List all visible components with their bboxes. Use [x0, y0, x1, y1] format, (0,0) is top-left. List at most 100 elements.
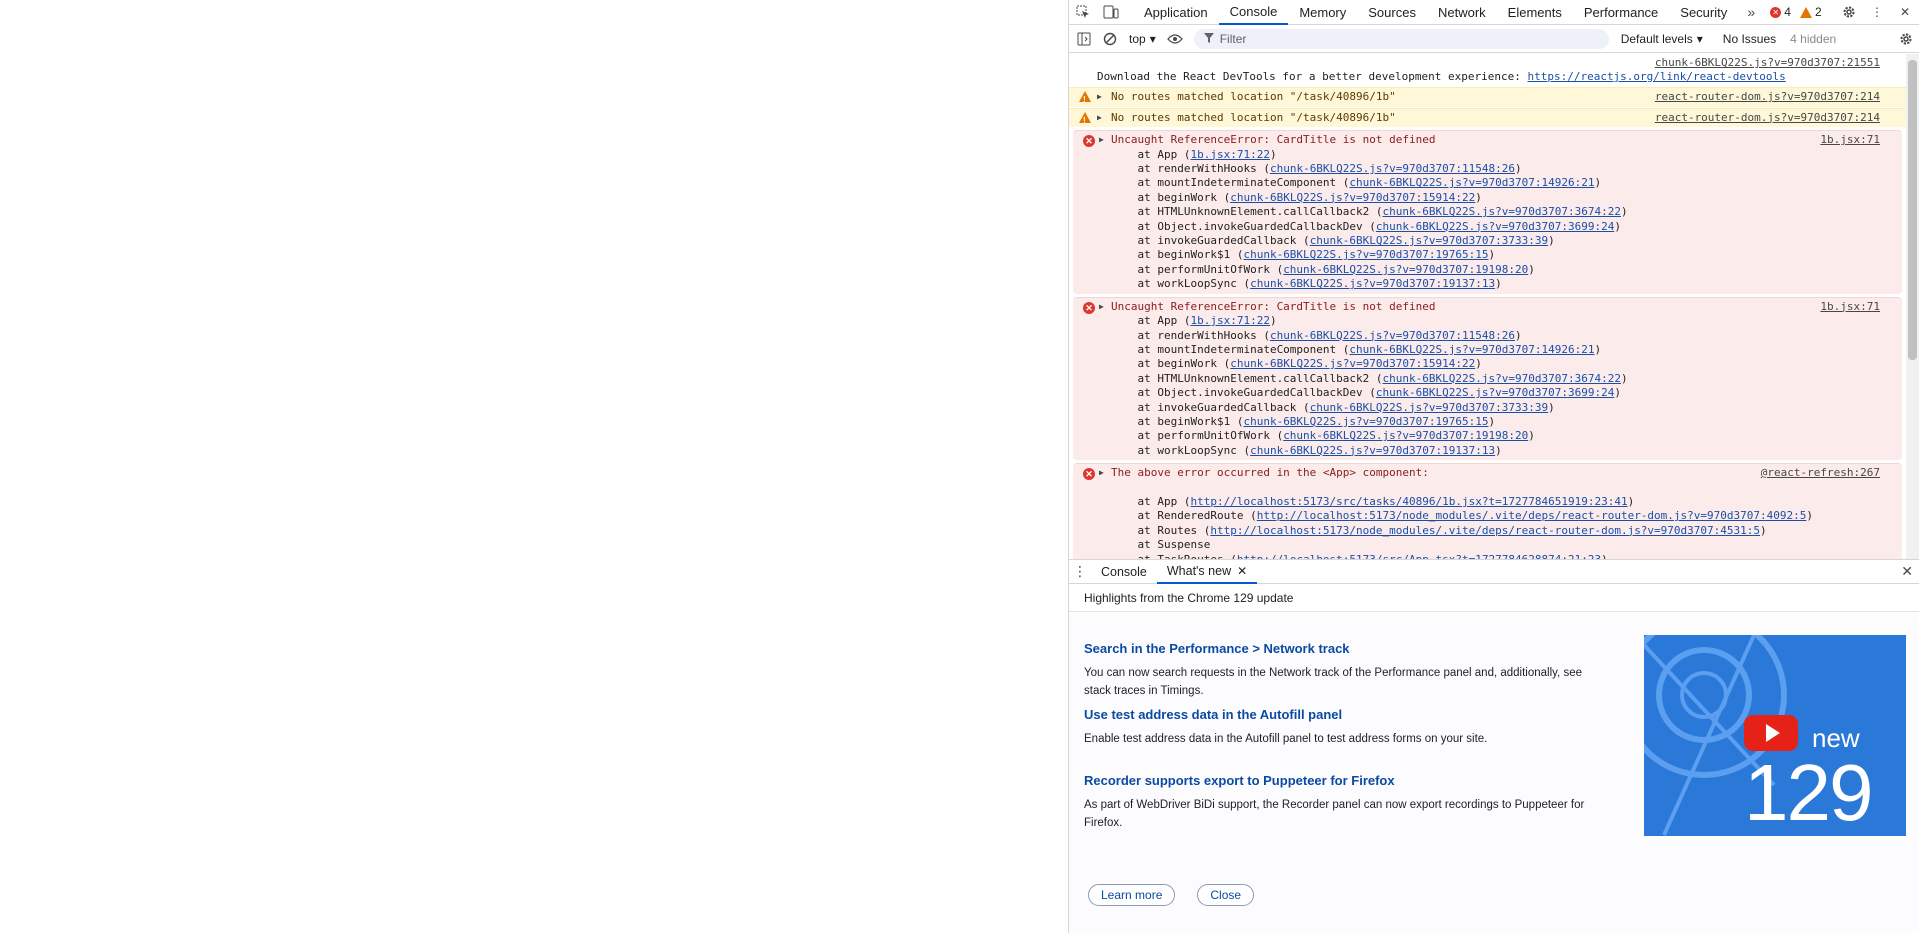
tab-sources[interactable]: Sources — [1357, 0, 1427, 25]
stack-frame-link[interactable]: chunk-6BKLQ22S.js?v=970d3707:14926:21 — [1349, 343, 1594, 356]
stack-frame-link[interactable]: chunk-6BKLQ22S.js?v=970d3707:11548:26 — [1270, 162, 1515, 175]
stack-frame-link[interactable]: chunk-6BKLQ22S.js?v=970d3707:19198:20 — [1283, 263, 1528, 276]
message-text: Uncaught ReferenceError: CardTitle is no… — [1111, 299, 1436, 313]
tab-memory[interactable]: Memory — [1288, 0, 1357, 25]
console-error[interactable]: ✕ ▶ Uncaught ReferenceError: CardTitle i… — [1073, 130, 1902, 295]
console-error[interactable]: ✕ ▶ The above error occurred in the <App… — [1073, 463, 1902, 559]
inspect-icon[interactable] — [1069, 0, 1097, 25]
error-icon: ✕ — [1083, 135, 1095, 148]
feature-title[interactable]: Search in the Performance > Network trac… — [1084, 641, 1604, 656]
stack-frame-link[interactable]: chunk-6BKLQ22S.js?v=970d3707:3674:22 — [1383, 372, 1621, 385]
stack-frame-link[interactable]: chunk-6BKLQ22S.js?v=970d3707:15914:22 — [1230, 191, 1475, 204]
expand-arrow-icon[interactable]: ▶ — [1099, 466, 1104, 480]
stack-frame: at mountIndeterminateComponent (chunk-6B… — [1111, 342, 1602, 356]
drawer-menu-icon[interactable]: ⋮ — [1069, 563, 1091, 580]
drawer-tab-whats-new[interactable]: What's new ✕ — [1156, 560, 1258, 584]
sidebar-icon[interactable] — [1071, 26, 1097, 52]
message-source-link[interactable]: react-router-dom.js?v=970d3707:214 — [1655, 111, 1880, 125]
console-scrollbar[interactable] — [1906, 54, 1919, 559]
scrollbar-thumb[interactable] — [1908, 60, 1917, 360]
message-text: No routes matched location "/task/40896/… — [1111, 110, 1396, 124]
log-levels-select[interactable]: Default levels ▾ — [1621, 32, 1703, 46]
stack-frame-link[interactable]: chunk-6BKLQ22S.js?v=970d3707:3699:24 — [1376, 386, 1614, 399]
stack-frame: at App (1b.jsx:71:22) — [1111, 147, 1277, 161]
console-warning[interactable]: ▶ No routes matched location "/task/4089… — [1069, 87, 1906, 108]
issues-button[interactable]: No Issues — [1723, 32, 1776, 46]
more-tabs-icon[interactable]: » — [1738, 0, 1764, 25]
stack-frame-link[interactable]: chunk-6BKLQ22S.js?v=970d3707:3733:39 — [1310, 401, 1548, 414]
stack-frame-link[interactable]: 1b.jsx:71:22 — [1190, 148, 1269, 161]
expand-arrow-icon[interactable]: ▶ — [1097, 90, 1102, 104]
stack-frame-link[interactable]: chunk-6BKLQ22S.js?v=970d3707:3674:22 — [1383, 205, 1621, 218]
expand-arrow-icon[interactable]: ▶ — [1099, 300, 1104, 314]
tab-application[interactable]: Application — [1133, 0, 1219, 25]
stack-frame: at Object.invokeGuardedCallbackDev (chun… — [1111, 386, 1621, 400]
hidden-count: 4 hidden — [1790, 31, 1837, 46]
message-source-link[interactable]: chunk-6BKLQ22S.js?v=970d3707:21551 — [1655, 56, 1880, 70]
close-drawer-icon[interactable]: ✕ — [1901, 563, 1913, 580]
learn-more-button[interactable]: Learn more — [1088, 884, 1176, 906]
stack-frame: at workLoopSync (chunk-6BKLQ22S.js?v=970… — [1111, 443, 1502, 457]
stack-frame-link[interactable]: chunk-6BKLQ22S.js?v=970d3707:11548:26 — [1270, 329, 1515, 342]
close-devtools-icon[interactable]: ✕ — [1891, 0, 1919, 25]
tab-performance[interactable]: Performance — [1573, 0, 1669, 25]
drawer-tabbar: ⋮ Console What's new ✕ ✕ — [1069, 560, 1919, 584]
stack-frame: at App (http://localhost:5173/src/tasks/… — [1111, 494, 1635, 508]
video-thumbnail[interactable]: new 129 — [1644, 635, 1906, 836]
tab-console[interactable]: Console — [1218, 0, 1289, 25]
stack-frame-link[interactable]: chunk-6BKLQ22S.js?v=970d3707:15914:22 — [1230, 357, 1475, 370]
stack-frame-link[interactable]: chunk-6BKLQ22S.js?v=970d3707:19137:13 — [1250, 277, 1495, 290]
message-source-link[interactable]: 1b.jsx:71 — [1820, 300, 1880, 314]
stack-frame-link[interactable]: chunk-6BKLQ22S.js?v=970d3707:19137:13 — [1250, 444, 1495, 457]
stack-frame-link[interactable]: chunk-6BKLQ22S.js?v=970d3707:19198:20 — [1283, 429, 1528, 442]
stack-frame-link[interactable]: http://localhost:5173/node_modules/.vite… — [1257, 509, 1807, 522]
drawer-tab-console[interactable]: Console — [1091, 560, 1157, 584]
message-source-link[interactable]: @react-refresh:267 — [1761, 466, 1880, 480]
stack-frame: at Object.invokeGuardedCallbackDev (chun… — [1111, 219, 1621, 233]
devtools-link[interactable]: https://reactjs.org/link/react-devtools — [1527, 70, 1785, 83]
console-settings-icon[interactable] — [1893, 26, 1919, 52]
stack-frame-link[interactable]: 1b.jsx:71:22 — [1190, 314, 1269, 327]
feature-title[interactable]: Recorder supports export to Puppeteer fo… — [1084, 773, 1604, 788]
chevron-down-icon: ▾ — [1149, 31, 1156, 46]
stack-frame-link[interactable]: http://localhost:5173/src/tasks/40896/1b… — [1190, 495, 1627, 508]
device-toolbar-icon[interactable] — [1097, 0, 1125, 25]
close-button[interactable]: Close — [1197, 884, 1255, 906]
context-value: top — [1129, 31, 1146, 46]
tab-security[interactable]: Security — [1669, 0, 1738, 25]
stack-frame-link[interactable]: chunk-6BKLQ22S.js?v=970d3707:3733:39 — [1310, 234, 1548, 247]
console-error[interactable]: ✕ ▶ Uncaught ReferenceError: CardTitle i… — [1073, 296, 1902, 462]
message-source-link[interactable]: 1b.jsx:71 — [1820, 133, 1880, 147]
feature-item: Use test address data in the Autofill pa… — [1084, 707, 1604, 748]
tab-network[interactable]: Network — [1427, 0, 1497, 25]
tab-elements[interactable]: Elements — [1497, 0, 1573, 25]
kebab-icon[interactable]: ⋮ — [1863, 0, 1891, 25]
stack-frame: at renderWithHooks (chunk-6BKLQ22S.js?v=… — [1111, 162, 1522, 176]
expand-arrow-icon[interactable]: ▶ — [1097, 111, 1102, 125]
stack-frame-link[interactable]: chunk-6BKLQ22S.js?v=970d3707:19765:15 — [1243, 415, 1488, 428]
feature-description: As part of WebDriver BiDi support, the R… — [1084, 799, 1585, 829]
error-counter[interactable]: ✕ 4 2 — [1770, 5, 1822, 19]
log-levels-value: Default levels — [1620, 31, 1693, 46]
whats-new-header: Highlights from the Chrome 129 update — [1069, 584, 1919, 612]
whats-new-body: Search in the Performance > Network trac… — [1069, 613, 1919, 933]
close-icon[interactable]: ✕ — [1237, 564, 1247, 578]
stack-frame: at performUnitOfWork (chunk-6BKLQ22S.js?… — [1111, 262, 1535, 276]
context-select[interactable]: top ▾ — [1129, 32, 1156, 46]
feature-title[interactable]: Use test address data in the Autofill pa… — [1084, 707, 1604, 722]
expand-arrow-icon[interactable]: ▶ — [1099, 133, 1104, 147]
warning-icon — [1079, 111, 1091, 128]
eye-icon[interactable] — [1162, 26, 1188, 52]
settings-icon[interactable] — [1835, 0, 1863, 25]
message-text: Download the React DevTools for a better… — [1097, 70, 1528, 83]
stack-frame-link[interactable]: chunk-6BKLQ22S.js?v=970d3707:19765:15 — [1243, 248, 1488, 261]
clear-icon[interactable] — [1097, 26, 1123, 52]
stack-frame-link[interactable]: chunk-6BKLQ22S.js?v=970d3707:3699:24 — [1376, 220, 1614, 233]
stack-frame-link[interactable]: chunk-6BKLQ22S.js?v=970d3707:14926:21 — [1349, 176, 1594, 189]
message-source-link[interactable]: react-router-dom.js?v=970d3707:214 — [1655, 90, 1880, 104]
stack-frame-link[interactable]: http://localhost:5173/node_modules/.vite… — [1210, 524, 1760, 537]
console-warning[interactable]: ▶ No routes matched location "/task/4089… — [1069, 107, 1906, 129]
console-messages: chunk-6BKLQ22S.js?v=970d3707:21551 Downl… — [1069, 54, 1906, 559]
filter-input[interactable]: Filter — [1193, 28, 1609, 49]
stack-frame: at beginWork (chunk-6BKLQ22S.js?v=970d37… — [1111, 357, 1482, 371]
